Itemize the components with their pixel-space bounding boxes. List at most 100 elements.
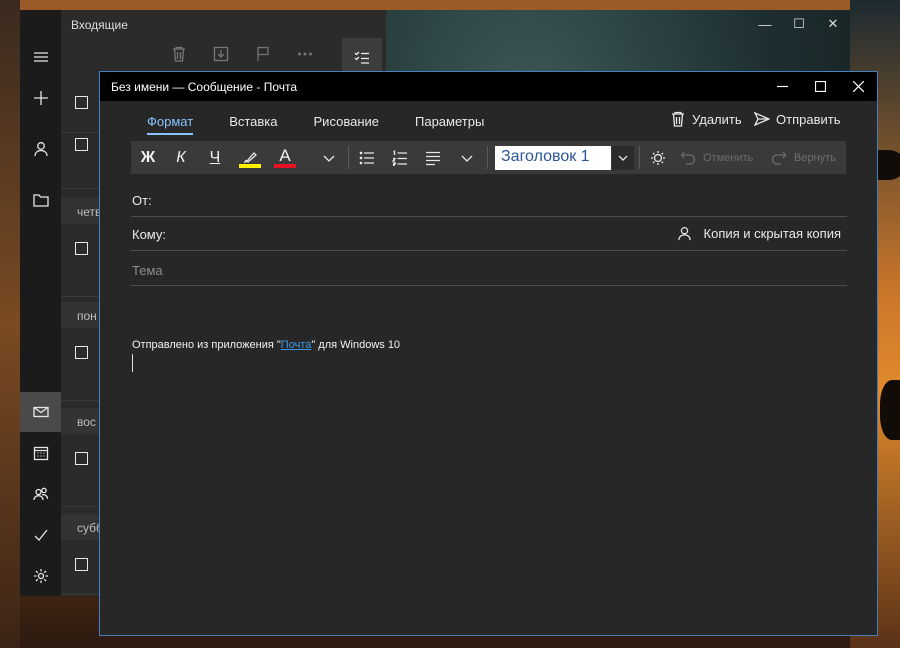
numbering-button[interactable] bbox=[386, 141, 414, 174]
gear-icon bbox=[33, 569, 48, 583]
numbered-list-icon bbox=[392, 149, 407, 166]
people-icon bbox=[32, 487, 48, 501]
settings-button[interactable] bbox=[20, 557, 61, 595]
redo-button[interactable]: Вернуть bbox=[771, 141, 843, 174]
cc-bcc-button[interactable]: Копия и скрытая копия bbox=[677, 226, 841, 241]
subject-input[interactable] bbox=[132, 260, 832, 280]
flag-button[interactable] bbox=[255, 46, 271, 62]
font-color-swatch bbox=[274, 164, 296, 168]
ribbon-tabs: Формат Вставка Рисование Параметры bbox=[147, 114, 520, 135]
italic-button[interactable]: К bbox=[167, 141, 195, 174]
chevron-down-icon bbox=[618, 155, 628, 161]
bullet-list-icon bbox=[359, 151, 374, 164]
toolbar-divider bbox=[348, 146, 349, 169]
folders-button[interactable] bbox=[20, 181, 61, 219]
row-checkbox[interactable] bbox=[75, 96, 88, 109]
font-color-button[interactable]: A bbox=[270, 141, 300, 174]
chevron-down-icon bbox=[323, 155, 335, 162]
highlight-button[interactable] bbox=[235, 141, 265, 174]
row-checkbox[interactable] bbox=[75, 138, 88, 151]
checklist-icon bbox=[354, 51, 369, 64]
mail-button[interactable] bbox=[20, 392, 61, 432]
desktop-wallpaper-left bbox=[0, 0, 20, 648]
maximize-button[interactable] bbox=[801, 72, 839, 101]
archive-button[interactable] bbox=[213, 46, 229, 62]
tab-draw[interactable]: Рисование bbox=[314, 114, 379, 134]
todo-button[interactable] bbox=[20, 516, 61, 554]
row-checkbox[interactable] bbox=[75, 242, 88, 255]
styles-button[interactable] bbox=[644, 141, 672, 174]
sun-icon bbox=[651, 150, 665, 165]
calendar-button[interactable] bbox=[20, 434, 61, 472]
text-cursor bbox=[132, 354, 133, 372]
signature-prefix: Отправлено из приложения " bbox=[132, 339, 281, 351]
list-toolbar bbox=[171, 46, 313, 62]
folder-title: Входящие bbox=[71, 18, 128, 32]
send-button[interactable]: Отправить bbox=[754, 111, 840, 127]
toolbar-divider bbox=[487, 146, 488, 169]
message-body[interactable]: Отправлено из приложения "Почта" для Win… bbox=[132, 339, 400, 351]
trash-icon bbox=[672, 111, 684, 127]
bold-button[interactable]: Ж bbox=[133, 141, 163, 174]
accounts-button[interactable] bbox=[20, 130, 61, 168]
archive-icon bbox=[213, 46, 229, 62]
more-button[interactable] bbox=[297, 46, 313, 62]
maximize-icon bbox=[814, 81, 826, 92]
minimize-button[interactable]: — bbox=[748, 10, 782, 38]
mail-app-link[interactable]: Почта bbox=[281, 339, 312, 351]
title-bar: Без имени — Сообщение - Почта bbox=[100, 72, 877, 101]
maximize-button[interactable]: ☐ bbox=[782, 10, 816, 38]
to-field[interactable]: Кому: Копия и скрытая копия bbox=[131, 217, 847, 251]
send-label: Отправить bbox=[776, 111, 841, 127]
align-icon bbox=[426, 151, 440, 165]
mail-icon bbox=[32, 406, 49, 418]
highlight-color-swatch bbox=[239, 164, 261, 168]
chevron-down-icon bbox=[461, 155, 473, 162]
caption-buttons bbox=[763, 72, 877, 101]
minimize-icon bbox=[776, 85, 788, 88]
person-icon bbox=[677, 226, 691, 241]
redo-icon bbox=[771, 151, 787, 165]
folder-icon bbox=[32, 194, 49, 207]
people-button[interactable] bbox=[20, 475, 61, 513]
close-button[interactable] bbox=[839, 72, 877, 101]
toolbar-divider bbox=[639, 146, 640, 169]
to-label: Кому: bbox=[132, 227, 166, 242]
new-mail-button[interactable] bbox=[20, 79, 61, 117]
cc-bcc-label: Копия и скрытая копия bbox=[703, 226, 841, 241]
compose-window: Без имени — Сообщение - Почта Формат Вст… bbox=[99, 71, 878, 636]
trash-icon bbox=[173, 46, 185, 62]
row-checkbox[interactable] bbox=[75, 558, 88, 571]
underline-button[interactable]: Ч bbox=[201, 141, 229, 174]
style-selector[interactable]: Заголовок 1 bbox=[495, 146, 611, 170]
discard-button[interactable]: Удалить bbox=[670, 111, 742, 127]
undo-label: Отменить bbox=[703, 151, 754, 164]
row-checkbox[interactable] bbox=[75, 452, 88, 465]
tab-insert[interactable]: Вставка bbox=[229, 114, 277, 134]
navigation-rail bbox=[20, 10, 61, 596]
background-caption-buttons: — ☐ ✕ bbox=[748, 10, 850, 38]
undo-icon bbox=[680, 151, 696, 165]
menu-icon bbox=[33, 52, 48, 62]
tab-options[interactable]: Параметры bbox=[415, 114, 484, 134]
undo-button[interactable]: Отменить bbox=[680, 141, 760, 174]
close-button[interactable]: ✕ bbox=[816, 10, 850, 38]
alignment-button[interactable] bbox=[419, 141, 447, 174]
more-icon bbox=[298, 52, 312, 56]
bullets-button[interactable] bbox=[353, 141, 381, 174]
row-checkbox[interactable] bbox=[75, 346, 88, 359]
tab-format[interactable]: Формат bbox=[147, 114, 194, 135]
paragraph-options-dropdown[interactable] bbox=[453, 141, 481, 174]
font-options-dropdown[interactable] bbox=[315, 141, 343, 174]
redo-label: Вернуть bbox=[794, 151, 836, 164]
format-toolbar: Ж К Ч A Заголовок 1 Отменить Вернуть bbox=[131, 141, 846, 174]
hamburger-menu-button[interactable] bbox=[20, 38, 61, 76]
discard-label: Удалить bbox=[692, 111, 742, 127]
style-dropdown-button[interactable] bbox=[612, 146, 634, 170]
person-icon bbox=[33, 142, 48, 157]
close-icon bbox=[852, 81, 864, 92]
flag-icon bbox=[257, 46, 269, 61]
from-field[interactable]: От: bbox=[131, 183, 847, 217]
delete-button[interactable] bbox=[171, 46, 187, 62]
minimize-button[interactable] bbox=[763, 72, 801, 101]
